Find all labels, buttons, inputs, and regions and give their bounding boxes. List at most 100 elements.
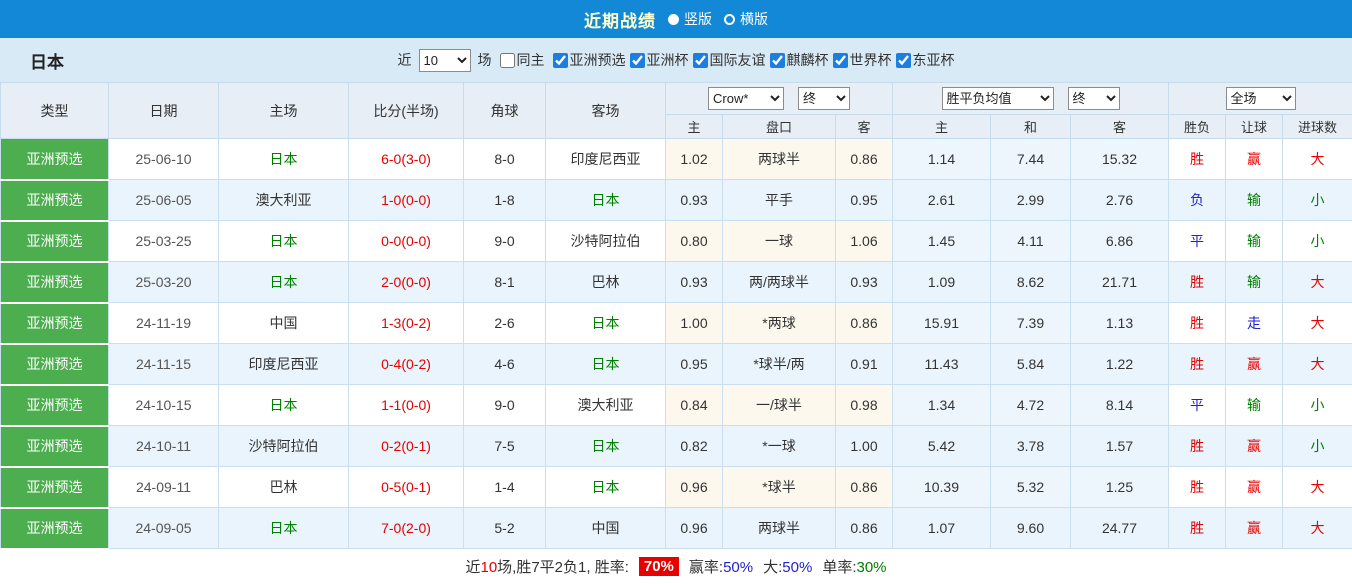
handicap-result-cell: 输 <box>1226 385 1283 426</box>
result-cell: 胜 <box>1169 508 1226 549</box>
corner-cell: 1-8 <box>464 180 546 221</box>
table-row: 亚洲预选25-03-20日本2-0(0-0)8-1巴林0.93两/两球半0.93… <box>1 262 1352 303</box>
results-table: 类型 日期 主场 比分(半场) 角球 客场 Crow* 终 胜平负均值 终 <box>0 82 1352 550</box>
big-value: 50% <box>782 559 812 576</box>
competition-checkbox[interactable] <box>896 53 911 68</box>
col-header-handicap-result: 让球 <box>1226 115 1283 139</box>
match-scope-select[interactable]: 全场 <box>1226 87 1296 110</box>
single-value: 30% <box>856 559 886 576</box>
competition-label: 东亚杯 <box>913 50 955 70</box>
asia-away-odds-cell: 0.86 <box>836 508 893 549</box>
competition-filter-0[interactable]: 亚洲预选 <box>549 50 626 70</box>
score-cell: 2-0(0-0) <box>349 262 464 303</box>
away-team-cell: 日本 <box>546 426 666 467</box>
col-header-asia-handicap: 盘口 <box>723 115 836 139</box>
goals-cell: 小 <box>1283 180 1352 221</box>
competition-filter-2[interactable]: 国际友谊 <box>689 50 766 70</box>
handicap-result-cell: 赢 <box>1226 426 1283 467</box>
asia-away-odds-cell: 0.86 <box>836 139 893 180</box>
competition-filter-4[interactable]: 世界杯 <box>829 50 892 70</box>
europe-away-odds-cell: 1.25 <box>1071 467 1169 508</box>
asia-away-odds-cell: 0.86 <box>836 303 893 344</box>
competition-checkbox[interactable] <box>770 53 785 68</box>
corner-cell: 8-0 <box>464 139 546 180</box>
big-stat: 大:50% <box>763 556 812 577</box>
win-odds-label: 赢率: <box>689 559 723 576</box>
table-row: 亚洲预选24-09-05日本7-0(2-0)5-2中国0.96两球半0.861.… <box>1 508 1352 549</box>
europe-odds-group-header: 胜平负均值 终 <box>893 83 1169 115</box>
asia-handicap-cell: 一/球半 <box>723 385 836 426</box>
competition-label: 世界杯 <box>850 50 892 70</box>
away-team-cell: 印度尼西亚 <box>546 139 666 180</box>
col-header-europe-draw: 和 <box>991 115 1071 139</box>
col-header-asia-home: 主 <box>666 115 723 139</box>
asia-home-odds-cell: 0.93 <box>666 262 723 303</box>
recent-count-select[interactable]: 10 <box>419 49 471 72</box>
competition-filter-3[interactable]: 麒麟杯 <box>766 50 829 70</box>
date-cell: 25-03-25 <box>109 221 219 262</box>
radio-unselected-icon[interactable] <box>724 14 735 25</box>
asia-home-odds-cell: 0.96 <box>666 467 723 508</box>
asia-home-odds-cell: 0.82 <box>666 426 723 467</box>
asia-away-odds-cell: 0.98 <box>836 385 893 426</box>
score-cell: 6-0(3-0) <box>349 139 464 180</box>
bookmaker-select[interactable]: Crow* <box>708 87 784 110</box>
summary-prefix: 近 <box>465 559 480 576</box>
away-team-cell: 澳大利亚 <box>546 385 666 426</box>
radio-selected-icon[interactable] <box>668 14 679 25</box>
handicap-result-cell: 赢 <box>1226 344 1283 385</box>
competition-checkbox[interactable] <box>693 53 708 68</box>
summary-rest: 场,胜7平2负1, 胜率: <box>497 559 629 576</box>
home-team-cell: 沙特阿拉伯 <box>219 426 349 467</box>
competition-label: 麒麟杯 <box>787 50 829 70</box>
competition-label: 亚洲杯 <box>647 50 689 70</box>
handicap-result-cell: 输 <box>1226 221 1283 262</box>
match-type-cell: 亚洲预选 <box>1 180 109 221</box>
result-cell: 胜 <box>1169 467 1226 508</box>
table-row: 亚洲预选25-03-25日本0-0(0-0)9-0沙特阿拉伯0.80一球1.06… <box>1 221 1352 262</box>
result-cell: 胜 <box>1169 262 1226 303</box>
radio-horizontal-label: 横版 <box>740 9 768 29</box>
competition-filters: 亚洲预选 亚洲杯 国际友谊 麒麟杯 世界杯 东亚杯 <box>549 50 955 70</box>
corner-cell: 5-2 <box>464 508 546 549</box>
asia-handicap-cell: 两/两球半 <box>723 262 836 303</box>
filter-controls: 近 10 场 同主 亚洲预选亚洲杯国际友谊麒麟杯世界杯东亚杯 <box>0 49 1352 72</box>
col-header-type: 类型 <box>1 83 109 139</box>
asia-handicap-cell: 两球半 <box>723 139 836 180</box>
europe-odds-type-select[interactable]: 胜平负均值 <box>942 87 1054 110</box>
asia-home-odds-cell: 0.95 <box>666 344 723 385</box>
goals-cell: 大 <box>1283 467 1352 508</box>
goals-cell: 小 <box>1283 221 1352 262</box>
result-cell: 平 <box>1169 385 1226 426</box>
competition-checkbox[interactable] <box>630 53 645 68</box>
europe-odds-state-select[interactable]: 终 <box>1068 87 1120 110</box>
competition-label: 国际友谊 <box>710 50 766 70</box>
competition-filter-5[interactable]: 东亚杯 <box>892 50 955 70</box>
same-home-checkbox[interactable] <box>500 53 515 68</box>
asia-odds-group-header: Crow* 终 <box>666 83 893 115</box>
same-home-filter[interactable]: 同主 <box>496 50 545 70</box>
win-odds-stat: 赢率:50% <box>689 556 753 577</box>
layout-radio-vertical[interactable]: 竖版 <box>668 9 712 29</box>
competition-checkbox[interactable] <box>833 53 848 68</box>
asia-handicap-cell: 两球半 <box>723 508 836 549</box>
corner-cell: 4-6 <box>464 344 546 385</box>
asia-home-odds-cell: 0.96 <box>666 508 723 549</box>
europe-away-odds-cell: 1.13 <box>1071 303 1169 344</box>
col-header-result: 胜负 <box>1169 115 1226 139</box>
corner-cell: 7-5 <box>464 426 546 467</box>
goals-cell: 大 <box>1283 303 1352 344</box>
layout-radio-horizontal[interactable]: 横版 <box>724 9 768 29</box>
results-tbody: 亚洲预选25-06-10日本6-0(3-0)8-0印度尼西亚1.02两球半0.8… <box>1 139 1352 549</box>
europe-draw-odds-cell: 5.84 <box>991 344 1071 385</box>
competition-checkbox[interactable] <box>553 53 568 68</box>
asia-handicap-cell: 一球 <box>723 221 836 262</box>
col-header-europe-away: 客 <box>1071 115 1169 139</box>
europe-draw-odds-cell: 3.78 <box>991 426 1071 467</box>
handicap-result-cell: 赢 <box>1226 467 1283 508</box>
competition-filter-1[interactable]: 亚洲杯 <box>626 50 689 70</box>
asia-odds-state-select[interactable]: 终 <box>798 87 850 110</box>
asia-away-odds-cell: 0.95 <box>836 180 893 221</box>
europe-away-odds-cell: 8.14 <box>1071 385 1169 426</box>
col-header-asia-away: 客 <box>836 115 893 139</box>
